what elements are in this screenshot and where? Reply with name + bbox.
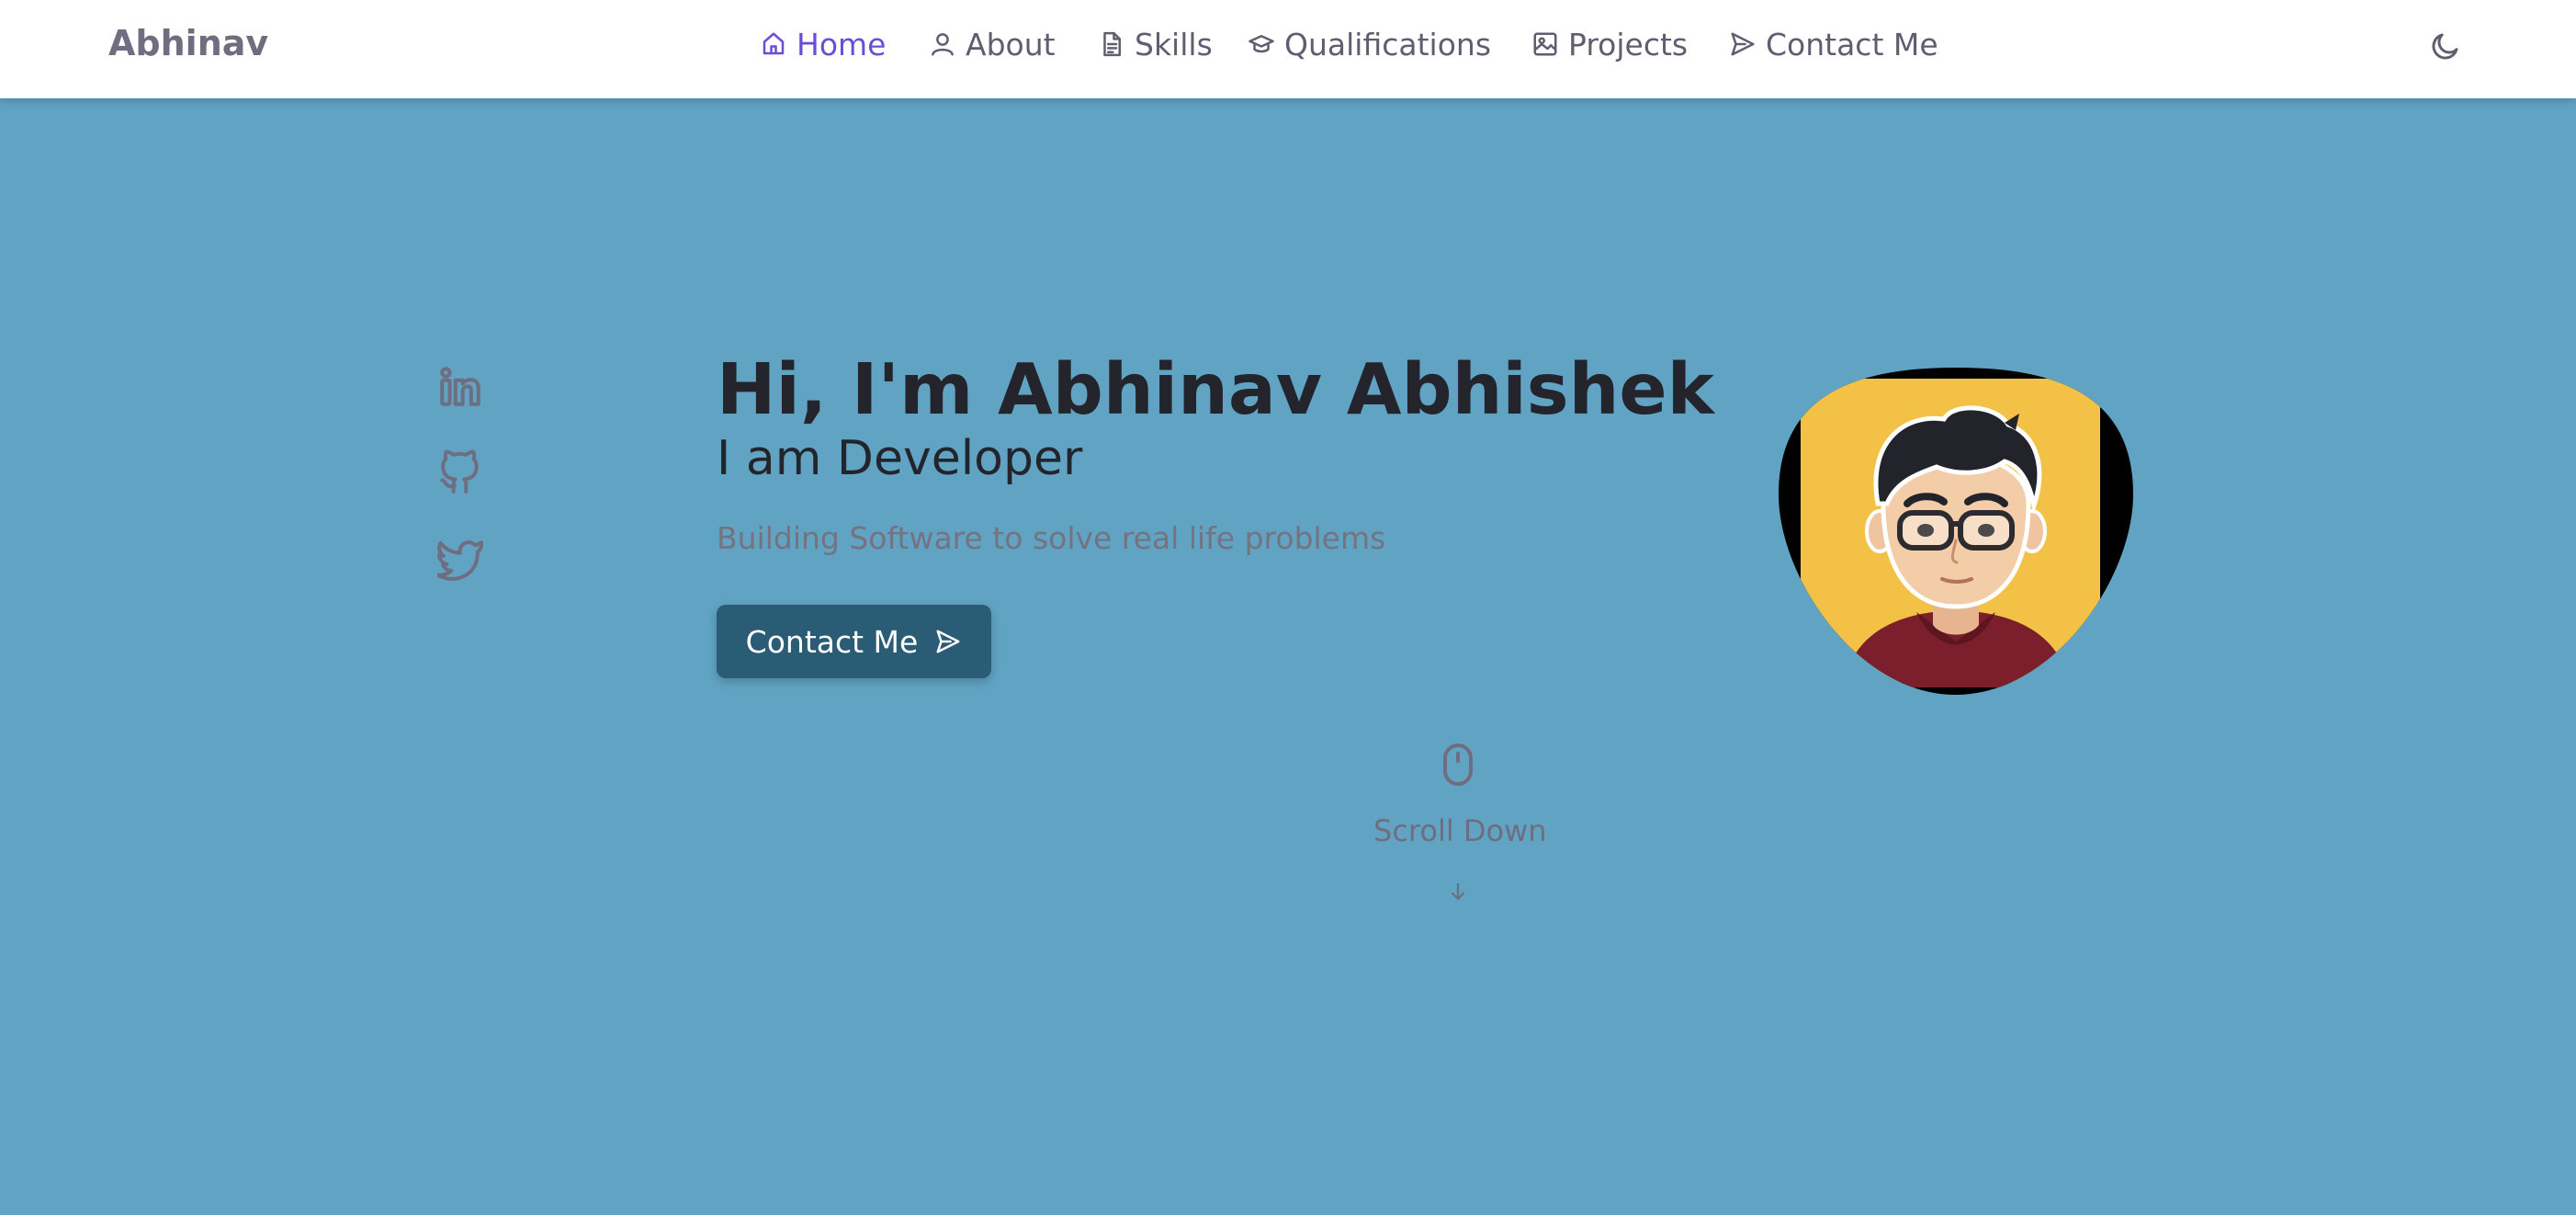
home-icon [763,32,785,55]
twitter-icon [435,540,483,581]
send-icon [1731,32,1755,56]
hero-title: Hi, I'm Abhinav Abhishek [717,349,1714,431]
linkedin-icon [440,367,480,406]
nav-home[interactable]: Home [760,24,886,64]
github-link[interactable] [437,449,483,495]
nav-qualifications[interactable]: Qualifications [1248,24,1491,64]
graduation-cap-icon [1248,35,1274,53]
image-icon [1533,32,1557,56]
arrow-down-icon [1451,882,1465,901]
nav-projects-label: Projects [1568,26,1689,62]
nav-contact-label: Contact Me [1766,26,1938,62]
brand-logo[interactable]: Abhinav [108,20,268,66]
contact-me-label: Contact Me [745,623,919,660]
nav-home-label: Home [797,26,887,62]
nav-projects[interactable]: Projects [1531,24,1688,64]
contact-me-button[interactable]: Contact Me [717,605,991,678]
scroll-down-label: Scroll Down [1373,813,1547,848]
nav-contact[interactable]: Contact Me [1729,24,1938,64]
document-icon [1103,31,1121,57]
twitter-link[interactable] [435,537,483,583]
send-icon [936,630,960,653]
github-icon [440,449,479,494]
nav-qualifications-label: Qualifications [1284,26,1492,62]
hero-description: Building Software to solve real life pro… [717,520,1386,556]
user-icon [932,33,954,56]
avatar [1779,366,2133,697]
mouse-icon [1443,744,1473,786]
nav-skills[interactable]: Skills [1098,24,1213,64]
nav-about[interactable]: About [929,24,1056,64]
nav-skills-label: Skills [1135,26,1213,62]
moon-icon[interactable] [2429,29,2462,62]
nav-about-label: About [966,26,1056,62]
hero-subtitle: I am Developer [717,431,1083,486]
top-navbar: Abhinav Home About Skills Qualifications [0,0,2576,98]
linkedin-link[interactable] [437,364,483,410]
